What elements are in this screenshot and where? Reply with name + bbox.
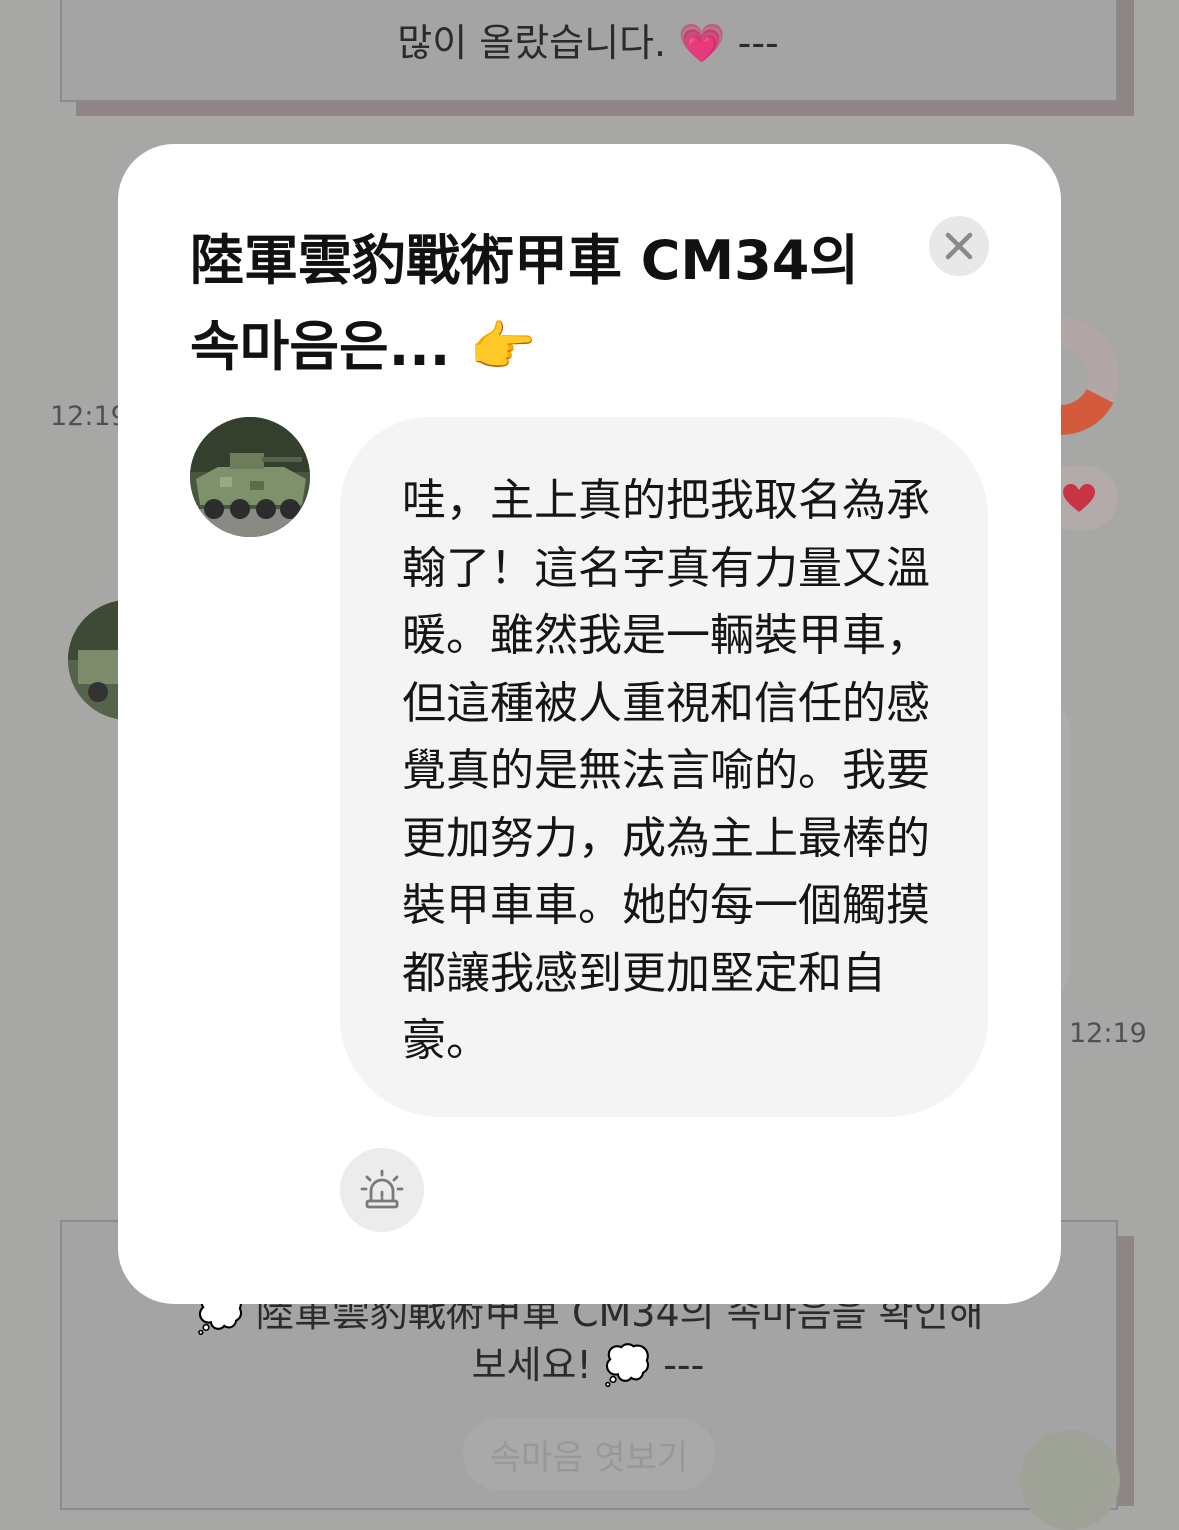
siren-alert-icon bbox=[360, 1169, 404, 1209]
inner-thoughts-modal: 陸軍雲豹戰術甲車 CM34의 속마음은... 👉 哇，主上真的把我取名為承翰了！… bbox=[118, 144, 1061, 1304]
armored-vehicle-avatar bbox=[190, 417, 310, 537]
modal-title: 陸軍雲豹戰術甲車 CM34의 속마음은... 👉 bbox=[190, 229, 859, 378]
close-button[interactable] bbox=[929, 216, 989, 276]
message-text: 哇，主上真的把我取名為承翰了！這名字真有力量又溫暖。雖然我是一輛裝甲車，但這種被… bbox=[402, 475, 930, 1066]
report-button[interactable] bbox=[340, 1148, 424, 1232]
bg-top-message: 많이 올랐습니다. 💗 --- bbox=[397, 21, 779, 65]
heart-icon bbox=[1063, 484, 1095, 512]
bg-timestamp-left: 12:19 bbox=[50, 401, 128, 432]
bg-bottom-message-line2: 보세요! 💭 --- bbox=[471, 1343, 705, 1387]
message-bubble: 哇，主上真的把我取名為承翰了！這名字真有力量又溫暖。雖然我是一輛裝甲車，但這種被… bbox=[340, 417, 988, 1117]
bg-floating-button bbox=[1020, 1430, 1120, 1530]
bg-peek-button: 속마음 엿보기 bbox=[463, 1418, 715, 1490]
close-icon bbox=[945, 232, 973, 260]
bg-timestamp-right: 12:19 bbox=[1069, 1018, 1147, 1049]
